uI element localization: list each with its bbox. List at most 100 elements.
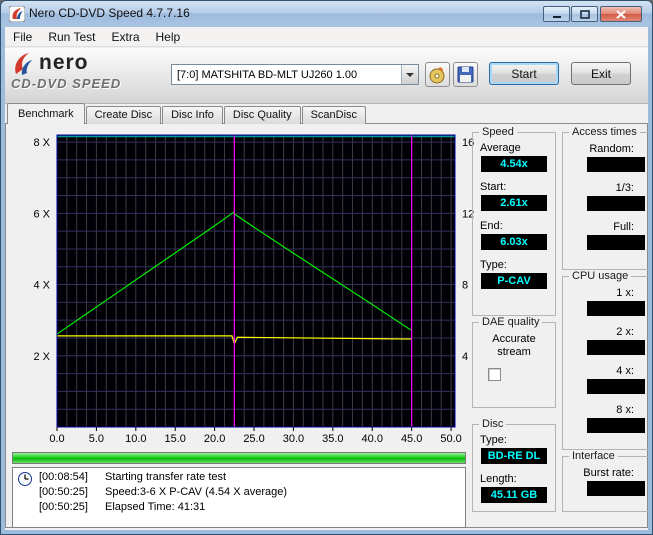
log-entry: [00:08:54] Starting transfer rate test bbox=[39, 470, 463, 485]
one-third-label: 1/3: bbox=[615, 182, 634, 194]
tab-benchmark[interactable]: Benchmark bbox=[7, 103, 85, 124]
svg-text:2 X: 2 X bbox=[33, 351, 50, 363]
type-label: Type: bbox=[480, 259, 507, 271]
accurate-stream-checkbox[interactable] bbox=[488, 368, 501, 381]
client-area: File Run Test Extra Help nero CD-DVD SPE… bbox=[5, 27, 648, 530]
cpu-8x-value bbox=[587, 418, 645, 433]
svg-text:35.0: 35.0 bbox=[322, 433, 343, 445]
cpu-panel-title: CPU usage bbox=[569, 270, 632, 283]
cpu-1x-value bbox=[587, 301, 645, 316]
log-entry: [00:50:25] Speed:3-6 X P-CAV (4.54 X ave… bbox=[39, 485, 463, 500]
save-button[interactable] bbox=[453, 62, 478, 87]
one-third-value bbox=[587, 196, 645, 211]
svg-text:6 X: 6 X bbox=[33, 208, 50, 220]
cpu-4x-value bbox=[587, 379, 645, 394]
drive-selector[interactable]: [7:0] MATSHITA BD-MLT UJ260 1.00 bbox=[171, 64, 419, 85]
svg-text:15.0: 15.0 bbox=[165, 433, 186, 445]
burst-rate-label: Burst rate: bbox=[583, 467, 634, 479]
menu-item-file[interactable]: File bbox=[5, 27, 40, 46]
log-entry-time: [00:50:25] bbox=[39, 486, 88, 498]
end-label: End: bbox=[480, 220, 503, 232]
close-button[interactable] bbox=[600, 6, 642, 22]
speed-type-value: P-CAV bbox=[481, 273, 547, 289]
average-label: Average bbox=[480, 142, 521, 154]
tab-create-disc[interactable]: Create Disc bbox=[85, 106, 162, 124]
random-value bbox=[587, 157, 645, 172]
nero-logo: nero CD-DVD SPEED bbox=[11, 50, 171, 91]
cpu-2x-value bbox=[587, 340, 645, 355]
svg-text:4: 4 bbox=[462, 351, 468, 363]
tab-disc-info[interactable]: Disc Info bbox=[162, 106, 223, 124]
logo-product-text: CD-DVD SPEED bbox=[11, 76, 122, 91]
disc-length-value: 45.11 GB bbox=[481, 487, 547, 503]
toolbar: nero CD-DVD SPEED [7:0] MATSHITA BD-MLT … bbox=[5, 48, 648, 104]
svg-text:8: 8 bbox=[462, 280, 468, 292]
cpu-4x-label: 4 x: bbox=[616, 365, 634, 377]
access-panel-title: Access times bbox=[569, 126, 640, 139]
nero-flame-icon bbox=[15, 53, 32, 75]
svg-text:50.0: 50.0 bbox=[440, 433, 461, 445]
close-icon bbox=[616, 9, 626, 19]
log-entries: [00:08:54] Starting transfer rate test [… bbox=[39, 470, 463, 515]
disc-panel: Disc Type: BD-RE DL Length: 45.11 GB bbox=[472, 418, 556, 512]
progress-fill bbox=[13, 453, 465, 463]
log-entry-text: Speed:3-6 X P-CAV (4.54 X average) bbox=[105, 486, 288, 498]
svg-text:0.0: 0.0 bbox=[49, 433, 64, 445]
disc-type-value: BD-RE DL bbox=[481, 448, 547, 464]
log-entry-text: Starting transfer rate test bbox=[105, 471, 227, 483]
menu-item-extra[interactable]: Extra bbox=[103, 27, 147, 46]
interface-panel: Interface Burst rate: bbox=[562, 450, 648, 512]
title-bar[interactable]: Nero CD-DVD Speed 4.7.7.16 bbox=[1, 1, 652, 27]
exit-button[interactable]: Exit bbox=[571, 62, 631, 85]
minimize-button[interactable] bbox=[543, 6, 570, 22]
start-button[interactable]: Start bbox=[489, 62, 559, 85]
app-icon bbox=[9, 6, 25, 22]
log-entry: [00:50:25] Elapsed Time: 41:31 bbox=[39, 500, 463, 515]
clock-icon bbox=[18, 472, 32, 486]
svg-text:8 X: 8 X bbox=[33, 137, 50, 149]
svg-text:4 X: 4 X bbox=[33, 280, 50, 292]
interface-panel-title: Interface bbox=[569, 450, 618, 463]
accurate-stream-label: Accurate stream bbox=[492, 333, 536, 358]
drive-selector-value: [7:0] MATSHITA BD-MLT UJ260 1.00 bbox=[177, 68, 358, 81]
tab-strip: Benchmark Create Disc Disc Info Disc Qua… bbox=[7, 103, 367, 124]
burn-disc-icon bbox=[429, 67, 445, 84]
tab-disc-quality[interactable]: Disc Quality bbox=[223, 106, 301, 124]
window-title: Nero CD-DVD Speed 4.7.7.16 bbox=[29, 6, 190, 20]
maximize-icon bbox=[579, 9, 590, 19]
cpu-2x-label: 2 x: bbox=[616, 326, 634, 338]
benchmark-tab-page: 0.0 5.0 10.0 15.0 20.0 25.0 30.0 35.0 40.0 45.0 50… bbox=[5, 123, 648, 528]
random-label: Random: bbox=[589, 143, 634, 155]
menu-item-help[interactable]: Help bbox=[148, 27, 189, 46]
speed-panel: Speed Average 4.54x Start: 2.61x End: 6.… bbox=[472, 126, 556, 316]
log-entry-text: Elapsed Time: 41:31 bbox=[105, 501, 206, 513]
svg-text:5.0: 5.0 bbox=[89, 433, 104, 445]
write-test-button[interactable] bbox=[425, 62, 450, 87]
disc-length-label: Length: bbox=[480, 473, 517, 485]
minimize-icon bbox=[552, 15, 561, 18]
drive-selector-dropdown-button[interactable] bbox=[401, 65, 418, 84]
start-value: 2.61x bbox=[481, 195, 547, 211]
disc-type-label: Type: bbox=[480, 434, 507, 446]
cpu-8x-label: 8 x: bbox=[616, 404, 634, 416]
svg-text:20.0: 20.0 bbox=[204, 433, 225, 445]
menu-item-run-test[interactable]: Run Test bbox=[40, 27, 103, 46]
access-times-panel: Access times Random: 1/3: Full: bbox=[562, 126, 648, 270]
cpu-1x-label: 1 x: bbox=[616, 287, 634, 299]
floppy-disk-icon bbox=[457, 66, 474, 83]
full-value bbox=[587, 235, 645, 250]
average-value: 4.54x bbox=[481, 156, 547, 172]
svg-text:40.0: 40.0 bbox=[362, 433, 383, 445]
chevron-down-icon bbox=[406, 72, 414, 77]
tab-scandisc[interactable]: ScanDisc bbox=[301, 106, 367, 124]
burst-rate-value bbox=[587, 481, 645, 496]
svg-text:25.0: 25.0 bbox=[243, 433, 264, 445]
start-label: Start: bbox=[480, 181, 507, 193]
maximize-button[interactable] bbox=[571, 6, 598, 22]
menu-bar: File Run Test Extra Help bbox=[5, 27, 648, 47]
cpu-usage-panel: CPU usage 1 x: 2 x: 4 x: 8 x: bbox=[562, 270, 648, 450]
log-entry-time: [00:50:25] bbox=[39, 501, 88, 513]
full-label: Full: bbox=[613, 221, 634, 233]
benchmark-chart: 0.0 5.0 10.0 15.0 20.0 25.0 30.0 35.0 40.0 45.0 50… bbox=[33, 134, 474, 445]
status-log: [00:08:54] Starting transfer rate test [… bbox=[12, 467, 466, 528]
